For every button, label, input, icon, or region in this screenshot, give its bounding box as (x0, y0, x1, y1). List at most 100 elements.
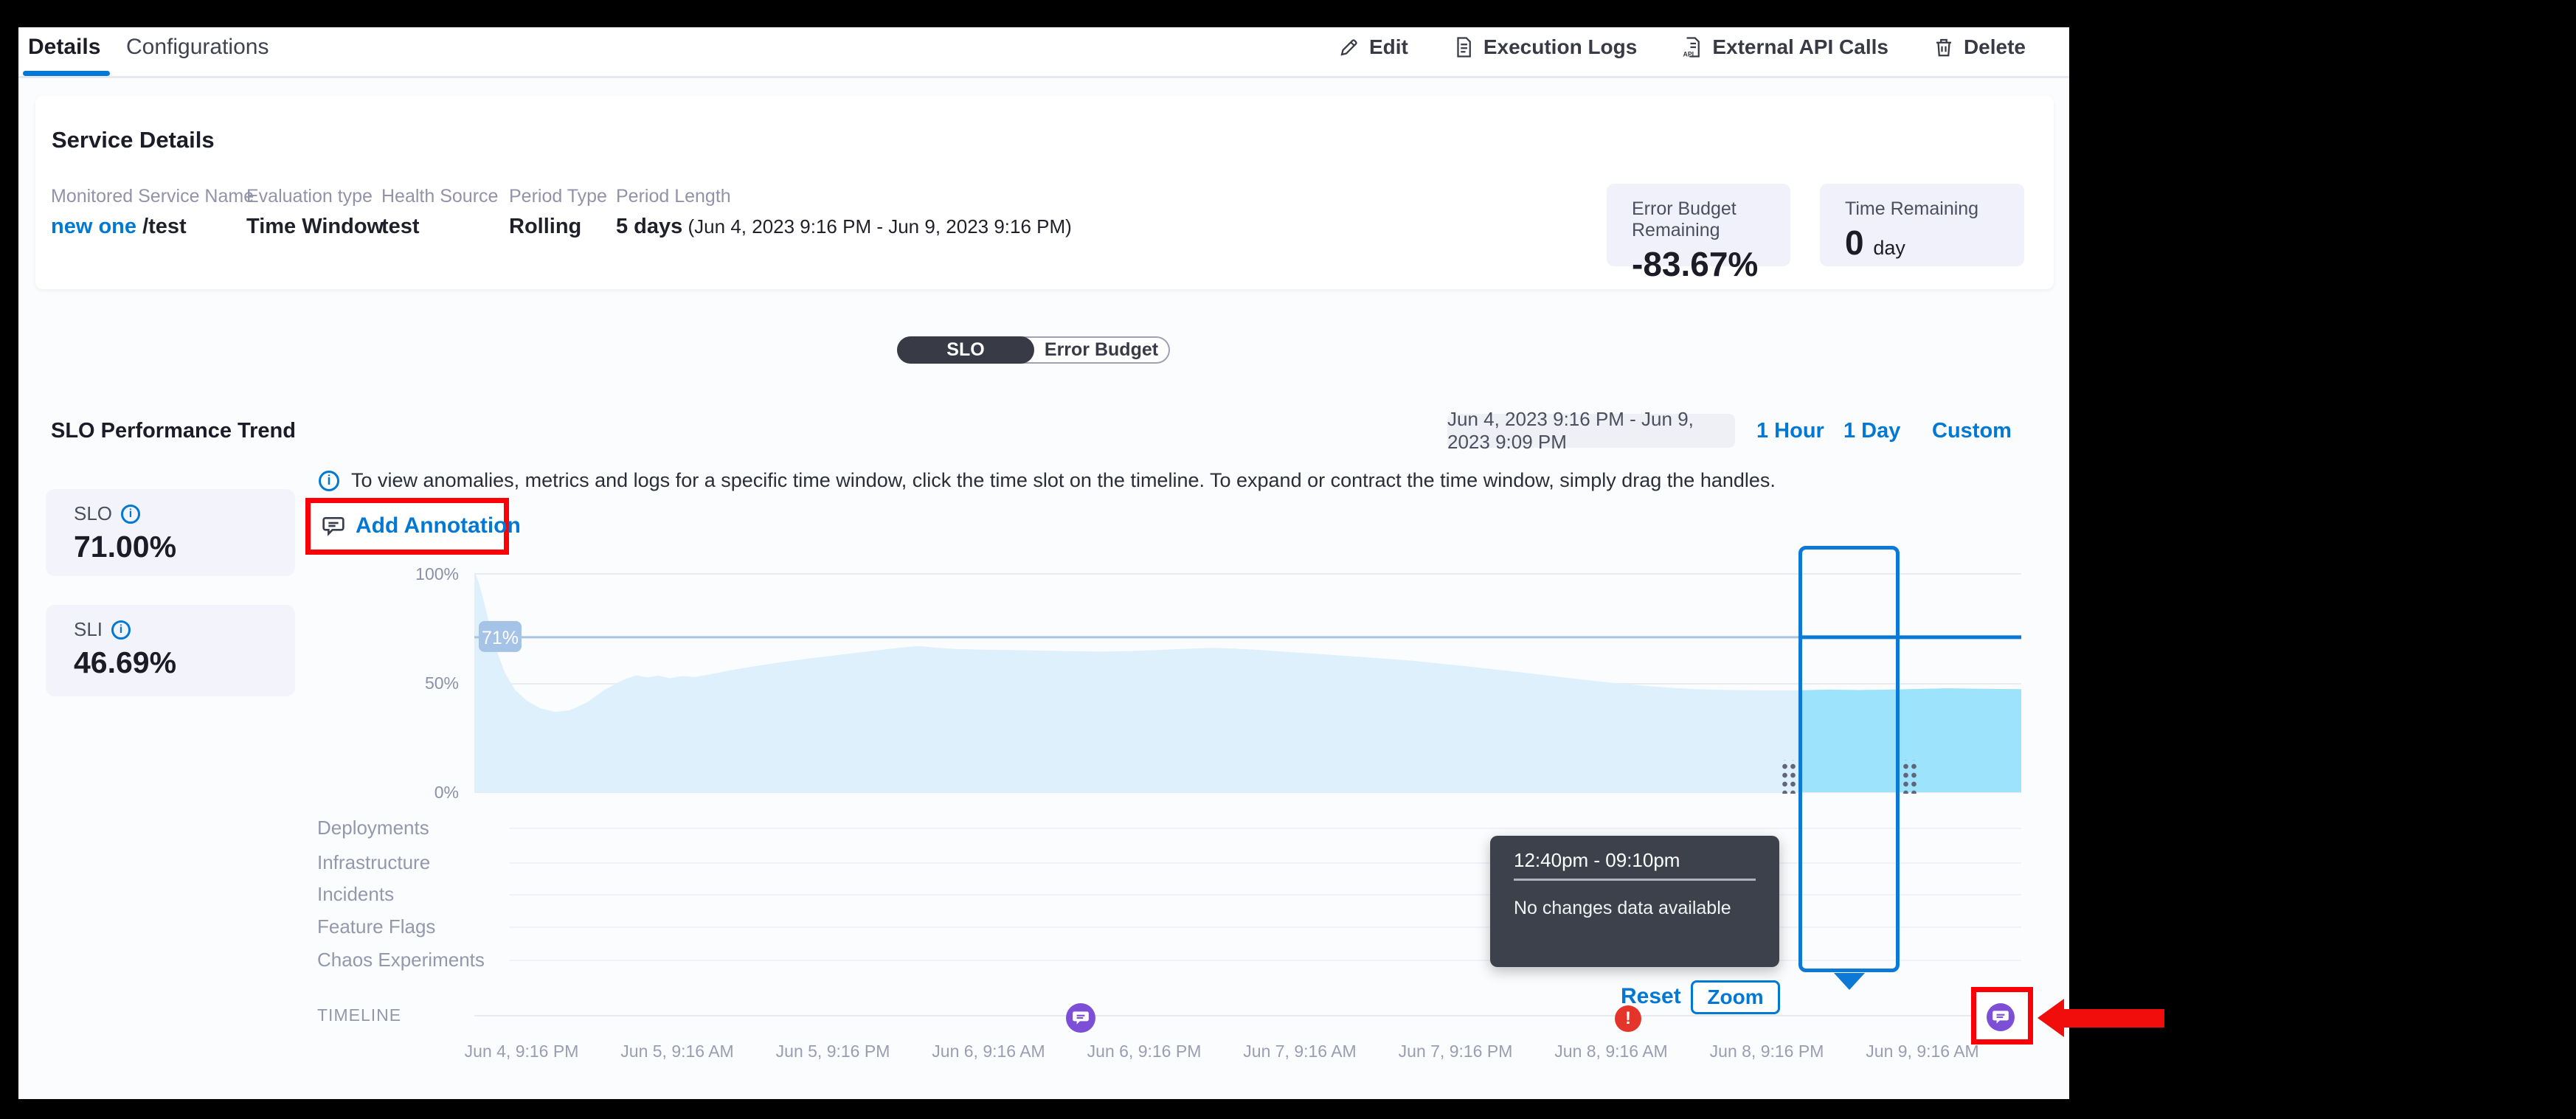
time-window-selection[interactable] (1798, 546, 1900, 972)
lane-line (509, 960, 2021, 961)
slo-threshold-badge-label: 71% (482, 628, 519, 648)
sli-kpi-card: SLI i 46.69% (46, 605, 295, 696)
delete-label: Delete (1964, 35, 2026, 59)
slo-kpi-label: SLO (74, 502, 112, 525)
service-field-2: Health Sourcetest (381, 186, 498, 239)
lane-label-feature-flags: Feature Flags (317, 915, 435, 938)
error-marker[interactable]: ! (1615, 1005, 1641, 1032)
speech-bubble-icon (322, 514, 345, 538)
monitored-service-link[interactable]: new one (51, 215, 136, 238)
service-field-value: 5 days (Jun 4, 2023 9:16 PM - Jun 9, 202… (616, 215, 1072, 239)
time-remaining-unit: day (1873, 237, 1905, 259)
x-tick: Jun 5, 9:16 PM (776, 1042, 890, 1061)
slo-kpi-value: 71.00% (74, 530, 295, 564)
service-field-label: Evaluation type (246, 186, 384, 207)
range-link-1-hour[interactable]: 1 Hour (1756, 419, 1824, 443)
service-field-0: Monitored Service Name new one /test (51, 186, 254, 239)
header-actions: Edit Execution Logs APIExternal API Calls D… (1338, 32, 2026, 62)
x-tick: Jun 9, 9:16 AM (1866, 1042, 1978, 1061)
x-tick: Jun 6, 9:16 AM (932, 1042, 1045, 1061)
x-tick: Jun 7, 9:16 PM (1399, 1042, 1513, 1061)
toggle-option-error-budget[interactable]: Error Budget (1034, 338, 1168, 362)
selection-pointer (1834, 973, 1865, 990)
pointer-arrow-shaft (2063, 1009, 2164, 1028)
add-annotation-button[interactable]: Add Annotation (322, 513, 521, 538)
annotation-marker-highlighted[interactable] (1987, 1003, 2015, 1031)
y-tick: 100% (392, 564, 459, 584)
sli-kpi-label: SLI (74, 618, 103, 641)
pencil-icon (1338, 36, 1360, 58)
sli-info-icon[interactable]: i (111, 620, 131, 640)
time-remaining-card: Time Remaining 0 day (1820, 184, 2024, 266)
service-field-value: new one /test (51, 215, 254, 239)
timeline-axis-label: TIMELINE (317, 1005, 401, 1025)
tooltip-message: No changes data available (1514, 898, 1731, 919)
tooltip-time-range: 12:40pm - 09:10pm (1514, 849, 1680, 872)
annotation-marker[interactable] (1066, 1003, 1095, 1033)
x-tick: Jun 8, 9:16 AM (1554, 1042, 1667, 1061)
slo-kpi-card: SLO i 71.00% (46, 489, 295, 576)
edit-button[interactable]: Edit (1338, 35, 1408, 59)
edit-label: Edit (1369, 35, 1408, 59)
active-tab-underline (23, 71, 110, 76)
slo-kpi-label-row: SLO i (74, 502, 295, 525)
range-link-1-day[interactable]: 1 Day (1843, 419, 1900, 443)
timeline-axis-line (474, 1015, 2021, 1016)
lane-line (509, 926, 2021, 928)
toggle-option-slo[interactable]: SLO (897, 336, 1034, 364)
lane-line (509, 862, 2021, 864)
document-icon (1453, 36, 1475, 58)
annotation-bubble-icon (1991, 1008, 2010, 1027)
add-annotation-label: Add Annotation (356, 513, 521, 538)
period-length-window: (Jun 4, 2023 9:16 PM - Jun 9, 2023 9:16 … (682, 215, 1072, 238)
x-tick: Jun 5, 9:16 AM (620, 1042, 733, 1061)
x-tick: Jun 7, 9:16 AM (1243, 1042, 1356, 1061)
service-field-3: Period Type Rolling (509, 186, 607, 239)
service-field-label: Period Length (616, 186, 1072, 207)
service-field-1: Evaluation type Time Window (246, 186, 384, 239)
view-toggle: SLO Error Budget (897, 336, 1170, 364)
date-range-pill[interactable]: Jun 4, 2023 9:16 PM - Jun 9, 2023 9:09 P… (1447, 414, 1735, 448)
tab-configurations[interactable]: Configurations (126, 35, 269, 60)
service-field-value: Rolling (509, 215, 607, 239)
trend-section-title: SLO Performance Trend (51, 419, 296, 443)
timeline-tooltip: 12:40pm - 09:10pm No changes data availa… (1490, 836, 1779, 967)
lane-label-deployments: Deployments (317, 817, 429, 839)
service-field-value: test (381, 215, 498, 239)
delete-button[interactable]: Delete (1933, 35, 2026, 59)
y-tick: 0% (392, 783, 459, 803)
service-details-title: Service Details (52, 127, 215, 153)
external-api-calls-button[interactable]: APIExternal API Calls (1681, 35, 1888, 59)
service-field-label: Monitored Service Name (51, 186, 254, 207)
api-document-icon: API (1681, 36, 1703, 58)
service-field-label: Period Type (509, 186, 607, 207)
slo-info-icon[interactable]: i (121, 505, 140, 524)
pointer-arrow-icon (2037, 999, 2064, 1037)
slo-trend-chart[interactable]: 71% (443, 538, 2036, 819)
service-field-value: Time Window (246, 215, 384, 239)
x-tick: Jun 8, 9:16 PM (1710, 1042, 1824, 1061)
service-field-4: Period Length 5 days (Jun 4, 2023 9:16 PM… (616, 186, 1072, 239)
info-text: To view anomalies, metrics and logs for … (351, 469, 1776, 492)
execution-logs-button[interactable]: Execution Logs (1453, 35, 1637, 59)
annotation-bubble-icon (1071, 1008, 1090, 1028)
tab-details[interactable]: Details (28, 35, 100, 60)
lane-line (509, 828, 2021, 829)
selection-right-drag-handle[interactable] (1900, 760, 1917, 794)
tooltip-divider (1514, 879, 1756, 881)
sli-kpi-label-row: SLI i (74, 618, 295, 641)
selection-left-drag-handle[interactable] (1779, 760, 1796, 794)
time-remaining-label: Time Remaining (1845, 198, 2024, 220)
error-budget-remaining-card: Error Budget Remaining -83.67% (1607, 184, 1790, 266)
x-tick: Jun 6, 9:16 PM (1087, 1042, 1202, 1061)
info-icon: i (319, 471, 339, 491)
range-link-custom[interactable]: Custom (1932, 419, 2012, 443)
lane-label-incidents: Incidents (317, 883, 394, 906)
error-budget-remaining-value: -83.67% (1632, 244, 1790, 284)
y-tick: 50% (392, 673, 459, 693)
time-remaining-value: 0 day (1845, 223, 2024, 263)
zoom-button[interactable]: Zoom (1691, 980, 1780, 1014)
error-budget-remaining-label: Error Budget Remaining (1632, 198, 1790, 241)
x-tick: Jun 4, 9:16 PM (465, 1042, 579, 1061)
trash-icon (1933, 36, 1955, 58)
